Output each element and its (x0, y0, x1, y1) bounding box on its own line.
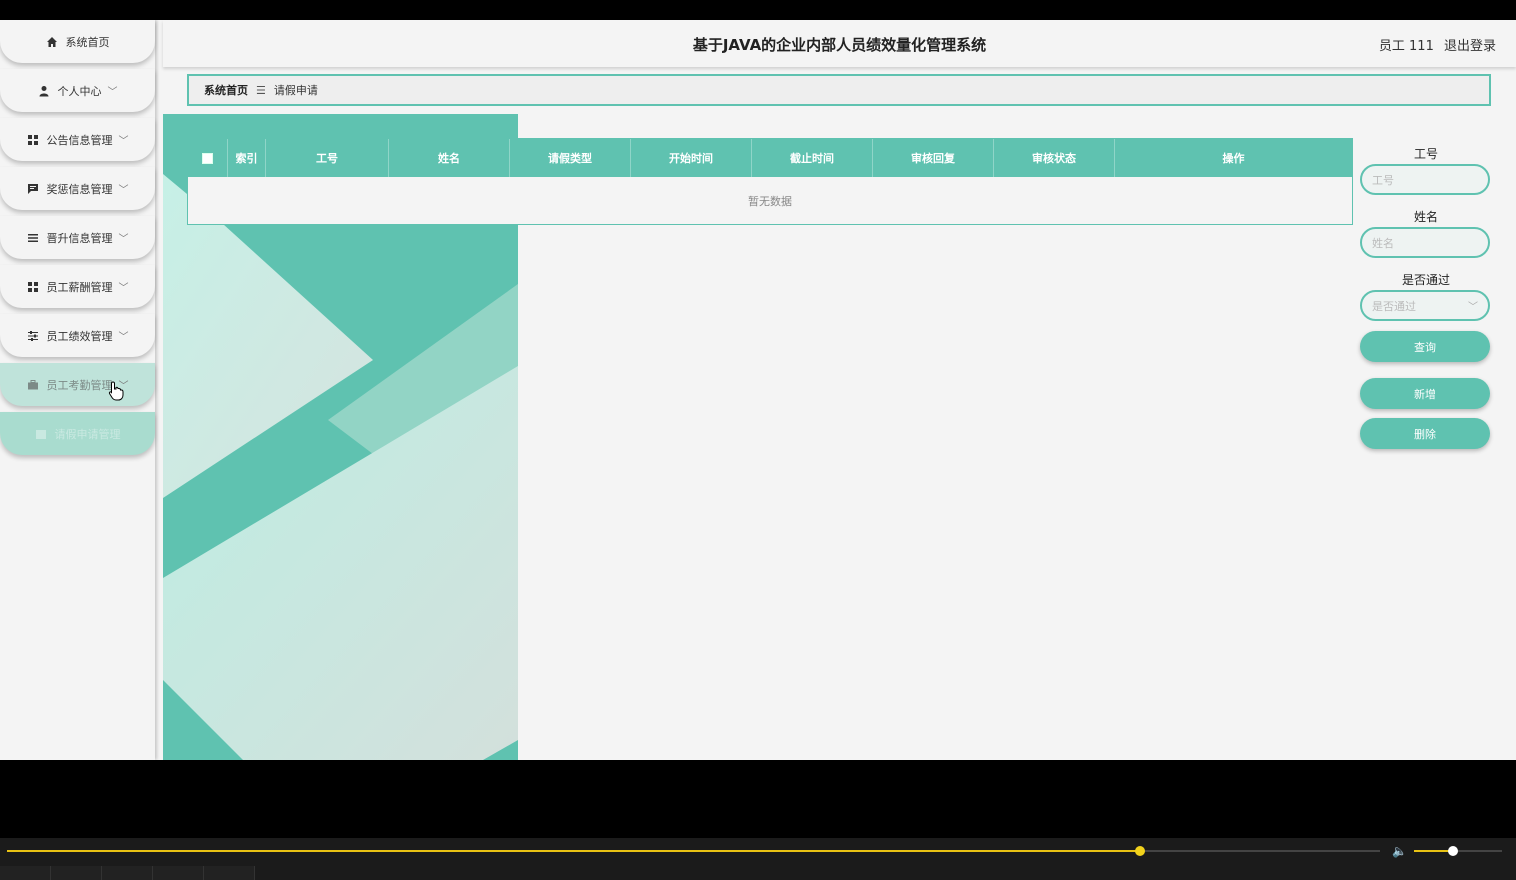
volume-fill (1414, 850, 1453, 852)
leave-request-table: 索引 工号 姓名 请假类型 开始时间 截止时间 审核回复 审核状态 操作 暂无数… (187, 138, 1353, 225)
sidebar-item-performance[interactable]: 员工绩效管理 ﹀ (0, 314, 155, 357)
column-header[interactable]: 姓名 (389, 139, 510, 177)
player-tab[interactable] (0, 866, 51, 880)
briefcase-icon (27, 379, 39, 391)
sidebar-item-label: 员工薪酬管理 (46, 280, 113, 294)
sidebar-item-home[interactable]: 系统首页 (0, 20, 155, 63)
progress-fill (7, 850, 1140, 852)
app-title: 基于JAVA的企业内部人员绩效量化管理系统 (692, 36, 987, 54)
app-screen: 系统首页 个人中心 ﹀ 公告信息管理 ﹀ 奖惩信息管理 ﹀ 晋升信息管理 ﹀ 员… (0, 20, 1516, 760)
logout-link[interactable]: 退出登录 (1444, 39, 1496, 54)
grid-icon (27, 281, 39, 293)
user-name: 员工 111 (1378, 39, 1434, 54)
sidebar-item-label: 系统首页 (65, 35, 110, 49)
add-button[interactable]: 新增 (1360, 378, 1490, 409)
user-area: 员工 111 退出登录 (1373, 35, 1496, 54)
progress-knob[interactable] (1134, 846, 1145, 856)
sidebar-item-leave-request[interactable]: 请假申请管理 (0, 412, 155, 455)
hand-cursor-icon (108, 381, 124, 401)
sidebar-item-label: 员工考勤管理 (46, 378, 113, 392)
video-player-bar: 🔈 (0, 838, 1516, 880)
home-icon (46, 36, 58, 48)
grid-icon (27, 134, 39, 146)
approval-select-placeholder: 是否通过 (1372, 299, 1416, 313)
user-icon (38, 85, 50, 97)
breadcrumb-current: 请假申请 (273, 84, 318, 97)
sidebar-item-label: 员工绩效管理 (46, 329, 113, 343)
player-tab[interactable] (153, 866, 204, 880)
breadcrumb-home[interactable]: 系统首页 (204, 82, 248, 98)
chevron-down-icon: ﹀ (118, 185, 129, 196)
table-header: 索引 工号 姓名 请假类型 开始时间 截止时间 审核回复 审核状态 操作 (188, 139, 1352, 177)
select-all-checkbox[interactable] (202, 152, 213, 164)
column-header[interactable]: 开始时间 (631, 139, 752, 177)
chevron-down-icon: ﹀ (118, 136, 129, 147)
approval-select[interactable]: 是否通过 ﹀ (1360, 290, 1490, 321)
calendar-icon (35, 428, 47, 440)
delete-button[interactable]: 删除 (1360, 418, 1490, 449)
sidebar-item-label: 晋升信息管理 (46, 231, 113, 245)
sidebar: 系统首页 个人中心 ﹀ 公告信息管理 ﹀ 奖惩信息管理 ﹀ 晋升信息管理 ﹀ 员… (0, 20, 155, 760)
top-header: 基于JAVA的企业内部人员绩效量化管理系统 员工 111 退出登录 (163, 20, 1516, 67)
sidebar-item-label: 公告信息管理 (46, 133, 113, 147)
name-input[interactable]: 姓名 (1360, 227, 1490, 258)
sidebar-item-reward-punishment[interactable]: 奖惩信息管理 ﹀ (0, 167, 155, 210)
approval-label: 是否通过 (1401, 273, 1450, 287)
sidebar-item-salary[interactable]: 员工薪酬管理 ﹀ (0, 265, 155, 308)
sidebar-item-label: 请假申请管理 (54, 427, 121, 441)
query-button[interactable]: 查询 (1360, 331, 1490, 362)
list-icon (27, 232, 39, 244)
column-header[interactable]: 截止时间 (752, 139, 873, 177)
chevron-down-icon: ﹀ (118, 332, 129, 343)
employee-id-input[interactable]: 工号 (1360, 164, 1490, 195)
volume-icon[interactable]: 🔈 (1392, 844, 1407, 858)
column-header[interactable]: 请假类型 (510, 139, 631, 177)
volume-knob[interactable] (1447, 846, 1458, 856)
player-tabs (0, 866, 1516, 880)
sidebar-item-personal-center[interactable]: 个人中心 ﹀ (0, 69, 155, 112)
progress-track[interactable] (7, 846, 1380, 856)
player-tab[interactable] (51, 866, 102, 880)
column-header: 操作 (1222, 152, 1245, 165)
sidebar-item-promotion[interactable]: 晋升信息管理 ﹀ (0, 216, 155, 259)
column-header[interactable]: 工号 (266, 139, 389, 177)
name-label: 姓名 (1413, 210, 1438, 224)
column-header[interactable]: 审核状态 (994, 139, 1115, 177)
volume-track[interactable] (1414, 846, 1502, 856)
sliders-icon (27, 330, 39, 342)
search-panel: 工号 工号 姓名 姓名 是否通过 是否通过 ﹀ 查询 新增 删除 (1360, 144, 1492, 449)
empty-state-text: 暂无数据 (748, 194, 792, 208)
sidebar-item-announcement[interactable]: 公告信息管理 ﹀ (0, 118, 155, 161)
chevron-down-icon: ﹀ (118, 283, 129, 294)
chevron-down-icon: ﹀ (107, 87, 118, 98)
chevron-down-icon: ﹀ (1468, 302, 1478, 313)
sidebar-item-label: 奖惩信息管理 (46, 182, 113, 196)
player-tab[interactable] (102, 866, 153, 880)
column-header[interactable]: 审核回复 (873, 139, 994, 177)
breadcrumb-separator-icon: ☰ (256, 83, 266, 97)
select-all-cell (188, 139, 228, 177)
message-icon (27, 183, 39, 195)
breadcrumb: 系统首页 ☰ 请假申请 (187, 74, 1491, 106)
column-header[interactable]: 索引 (228, 139, 266, 177)
sidebar-item-attendance[interactable]: 员工考勤管理 ﹀ (0, 363, 155, 406)
player-tab[interactable] (204, 866, 255, 880)
employee-id-label: 工号 (1413, 147, 1438, 161)
sidebar-item-label: 个人中心 (57, 84, 102, 98)
chevron-down-icon: ﹀ (118, 234, 129, 245)
